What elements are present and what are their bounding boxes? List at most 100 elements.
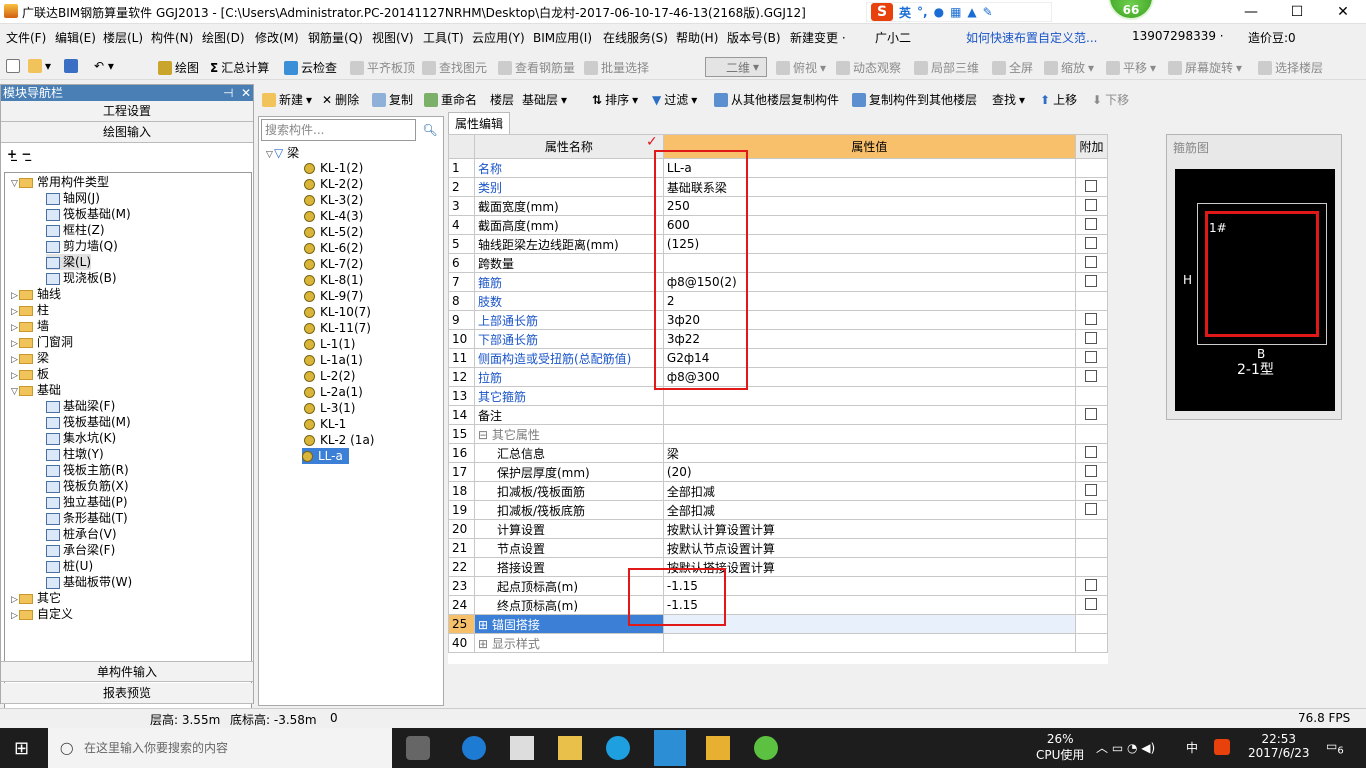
sort-button[interactable]: ⇅ 排序 ▾ (592, 91, 638, 108)
view-rebar-button[interactable]: 查看钢筋量 (498, 59, 575, 76)
table-row[interactable]: 12 拉筋 ф8@300 (448, 367, 1109, 387)
attach-checkbox[interactable] (1085, 217, 1098, 230)
help-link[interactable]: 如何快速布置自定义范... (966, 29, 1097, 46)
sum-calc-button[interactable]: Σ 汇总计算 (210, 59, 269, 76)
copy-from-floor-button[interactable]: 从其他楼层复制构件 (714, 91, 839, 108)
punct-icon[interactable]: °, (917, 5, 928, 19)
attach-checkbox[interactable] (1085, 578, 1098, 591)
browser-icon[interactable] (754, 736, 778, 760)
table-row[interactable]: 19 扣减板/筏板底筋 全部扣减 (448, 500, 1109, 520)
ime-toolbar[interactable]: S 英 °, ● ▦ ▲ ✎ (866, 2, 1052, 22)
table-row[interactable]: 9 上部通长筋 3ф20 (448, 310, 1109, 330)
component-root[interactable]: ▽▽ 梁 (265, 145, 299, 161)
component-search-input[interactable]: 搜索构件... (261, 119, 416, 141)
table-row-selected[interactable]: 25 ⊞ 锚固搭接 (448, 614, 1109, 634)
open-file-icon[interactable]: ▾ (28, 59, 51, 73)
table-row[interactable]: 2 类别 基础联系梁 (448, 177, 1109, 197)
tree-axis[interactable]: ▷ 轴线 (10, 286, 61, 302)
tree-item[interactable]: 轴网(J) (46, 190, 100, 206)
menu-edit[interactable]: 编辑(E) (55, 29, 96, 46)
component-item[interactable]: KL-9(7) (304, 288, 363, 304)
windows-start-icon[interactable]: ⊞ (14, 738, 29, 759)
new-component-button[interactable]: 新建 ▾ (262, 91, 312, 108)
component-item[interactable]: KL-7(2) (304, 256, 363, 272)
attach-checkbox[interactable] (1085, 483, 1098, 496)
table-row[interactable]: 8 肢数 2 (448, 291, 1109, 311)
tree-item[interactable]: 柱墩(Y) (46, 446, 104, 462)
tree-item[interactable]: 条形基础(T) (46, 510, 128, 526)
select-floor-button[interactable]: 选择楼层 (1258, 59, 1323, 76)
find-element-button[interactable]: 查找图元 (422, 59, 487, 76)
component-item[interactable]: KL-8(1) (304, 272, 363, 288)
view-mode-select[interactable]: 二维 ▾ (705, 57, 767, 77)
tools-icon[interactable]: ✎ (983, 5, 993, 19)
expand-icon[interactable]: ⊞ (478, 637, 492, 651)
component-item[interactable]: KL-2(2) (304, 176, 363, 192)
component-item[interactable]: L-2a(1) (304, 384, 363, 400)
expand-collapse-icons[interactable]: +̲ −̲ (1, 143, 253, 167)
tray-icons[interactable]: ︿ ▭ ◔ ◀) (1096, 739, 1155, 756)
cost-beans[interactable]: 造价豆:0 (1248, 29, 1296, 46)
keyboard-icon[interactable]: ▦ (950, 5, 961, 19)
rotate-button[interactable]: 屏幕旋转 ▾ (1168, 59, 1242, 76)
sogou-tray-icon[interactable] (1214, 739, 1230, 755)
copy-to-floor-button[interactable]: 复制构件到其他楼层 (852, 91, 977, 108)
tree-item[interactable]: 基础梁(F) (46, 398, 115, 414)
move-up-button[interactable]: ⬆ 上移 (1040, 91, 1077, 108)
tree-door[interactable]: ▷ 门窗洞 (10, 334, 73, 350)
glodon-icon[interactable] (606, 736, 630, 760)
menu-guangxiaoer[interactable]: 广小二 (875, 29, 911, 46)
component-item[interactable]: L-2(2) (304, 368, 355, 384)
table-row[interactable]: 7 箍筋 ф8@150(2) (448, 272, 1109, 292)
save-icon[interactable] (64, 59, 78, 73)
single-input-tab[interactable]: 单构件输入 (1, 661, 253, 682)
table-row[interactable]: 18 扣减板/筏板面筋 全部扣减 (448, 481, 1109, 501)
tree-item-selected[interactable]: 梁(L) (46, 254, 92, 270)
tree-wall[interactable]: ▷ 墙 (10, 318, 49, 334)
tree-item[interactable]: 桩(U) (46, 558, 93, 574)
attach-checkbox[interactable] (1085, 597, 1098, 610)
table-row[interactable]: 15 ⊟ 其它属性 (448, 424, 1109, 444)
close-button[interactable]: ✕ (1320, 0, 1366, 24)
menu-draw[interactable]: 绘图(D) (202, 29, 245, 46)
menu-version[interactable]: 版本号(B) (727, 29, 781, 46)
project-settings-tab[interactable]: 工程设置 (1, 101, 253, 122)
task-view-icon[interactable] (406, 736, 430, 760)
table-row[interactable]: 5 轴线距梁左边线距离(mm) (125) (448, 234, 1109, 254)
attach-checkbox[interactable] (1085, 407, 1098, 420)
menu-bim[interactable]: BIM应用(I) (533, 29, 592, 46)
menu-file[interactable]: 文件(F) (6, 29, 46, 46)
report-preview-tab[interactable]: 报表预览 (1, 683, 253, 704)
menu-help[interactable]: 帮助(H) (676, 29, 718, 46)
tree-item[interactable]: 筏板负筋(X) (46, 478, 129, 494)
menu-new-change[interactable]: 新建变更 · (790, 29, 846, 46)
explorer-icon[interactable] (558, 736, 582, 760)
draw-button[interactable]: 绘图 (158, 59, 199, 76)
notes-icon[interactable] (706, 736, 730, 760)
rename-button[interactable]: 重命名 (424, 91, 477, 108)
tree-item[interactable]: 独立基础(P) (46, 494, 128, 510)
tree-slab[interactable]: ▷ 板 (10, 366, 49, 382)
component-item[interactable]: L-3(1) (304, 400, 355, 416)
move-down-button[interactable]: ⬇ 下移 (1092, 91, 1129, 108)
menu-view[interactable]: 视图(V) (372, 29, 414, 46)
component-item[interactable]: KL-1 (304, 416, 346, 432)
component-item[interactable]: L-1a(1) (304, 352, 363, 368)
undo-icon[interactable]: ↶ ▾ (94, 59, 114, 73)
tree-item[interactable]: 筏板基础(M) (46, 206, 131, 222)
table-row[interactable]: 11 侧面构造或受扭筋(总配筋值) G2ф14 (448, 348, 1109, 368)
collapse-icon[interactable]: ▽ (10, 176, 19, 192)
top-view-button[interactable]: 俯视 ▾ (776, 59, 826, 76)
component-item[interactable]: KL-6(2) (304, 240, 363, 256)
find-button[interactable]: 查找 ▾ (992, 91, 1025, 108)
component-item[interactable]: KL-1(2) (304, 160, 363, 176)
score-badge[interactable]: 66 (1108, 0, 1154, 20)
table-row[interactable]: 21 节点设置 按默认节点设置计算 (448, 538, 1109, 558)
table-row[interactable]: 22 搭接设置 按默认搭接设置计算 (448, 557, 1109, 577)
dynamic-view-button[interactable]: 动态观察 (836, 59, 901, 76)
sogou-icon[interactable]: S (871, 3, 893, 21)
edge-icon[interactable] (462, 736, 486, 760)
input-lang[interactable]: 中 (1186, 739, 1198, 756)
maximize-button[interactable]: ☐ (1274, 0, 1320, 24)
menu-floor[interactable]: 楼层(L) (103, 29, 143, 46)
